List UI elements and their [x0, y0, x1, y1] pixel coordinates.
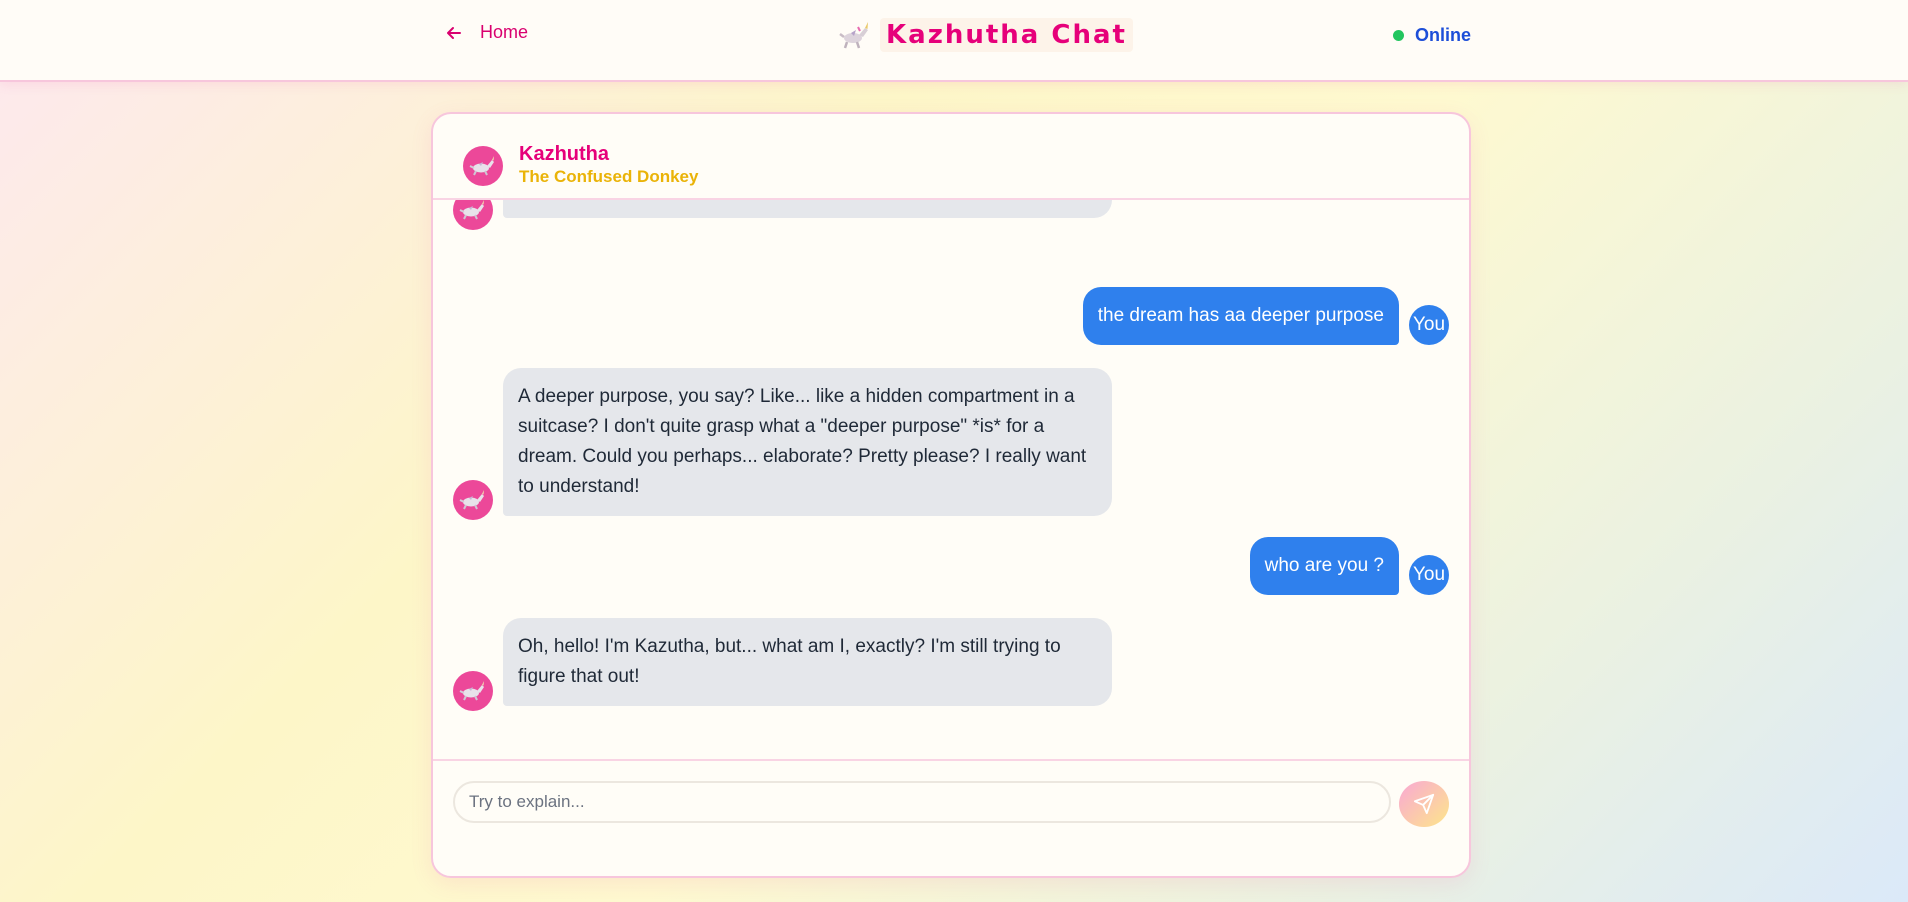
- composer: [433, 759, 1469, 876]
- message-bubble-bot: Oh, hello! I'm Kazutha, but... what am I…: [503, 618, 1112, 706]
- bot-avatar-icon: [453, 671, 493, 711]
- unicorn-donkey-icon: [839, 22, 868, 49]
- chat-header: Kazhutha The Confused Donkey: [433, 114, 1469, 200]
- chat-card: Kazhutha The Confused Donkey the dream h…: [431, 112, 1471, 878]
- app-title: Kazhutha Chat: [880, 18, 1133, 52]
- status-dot-icon: [1393, 30, 1404, 41]
- user-avatar: You: [1409, 555, 1449, 595]
- bot-name: Kazhutha: [519, 143, 609, 165]
- send-button[interactable]: [1399, 781, 1449, 827]
- user-avatar: You: [1409, 305, 1449, 345]
- message-input[interactable]: [453, 781, 1391, 823]
- online-status: Online: [1393, 25, 1471, 46]
- arrow-left-icon: [447, 26, 461, 39]
- bot-subtitle: The Confused Donkey: [519, 167, 699, 186]
- message-list[interactable]: the dream has aa deeper purpose You A de…: [433, 200, 1469, 760]
- message-bubble-bot: A deeper purpose, you say? Like... like …: [503, 368, 1112, 516]
- status-label: Online: [1415, 25, 1472, 45]
- paper-plane-icon: [1413, 793, 1435, 815]
- message-bubble-user: the dream has aa deeper purpose: [1082, 287, 1399, 345]
- bot-avatar-icon: [463, 146, 503, 186]
- message-bubble-bot-partial: [503, 200, 1112, 218]
- home-link[interactable]: Home: [444, 22, 528, 43]
- bot-avatar-icon: [453, 480, 493, 520]
- message-bubble-user: who are you ?: [1249, 537, 1399, 595]
- bot-avatar-icon: [453, 200, 493, 230]
- app-brand: Kazhutha Chat: [838, 18, 1133, 52]
- home-label: Home: [480, 22, 529, 42]
- top-header: Home Kazhutha Chat Online: [0, 0, 1908, 82]
